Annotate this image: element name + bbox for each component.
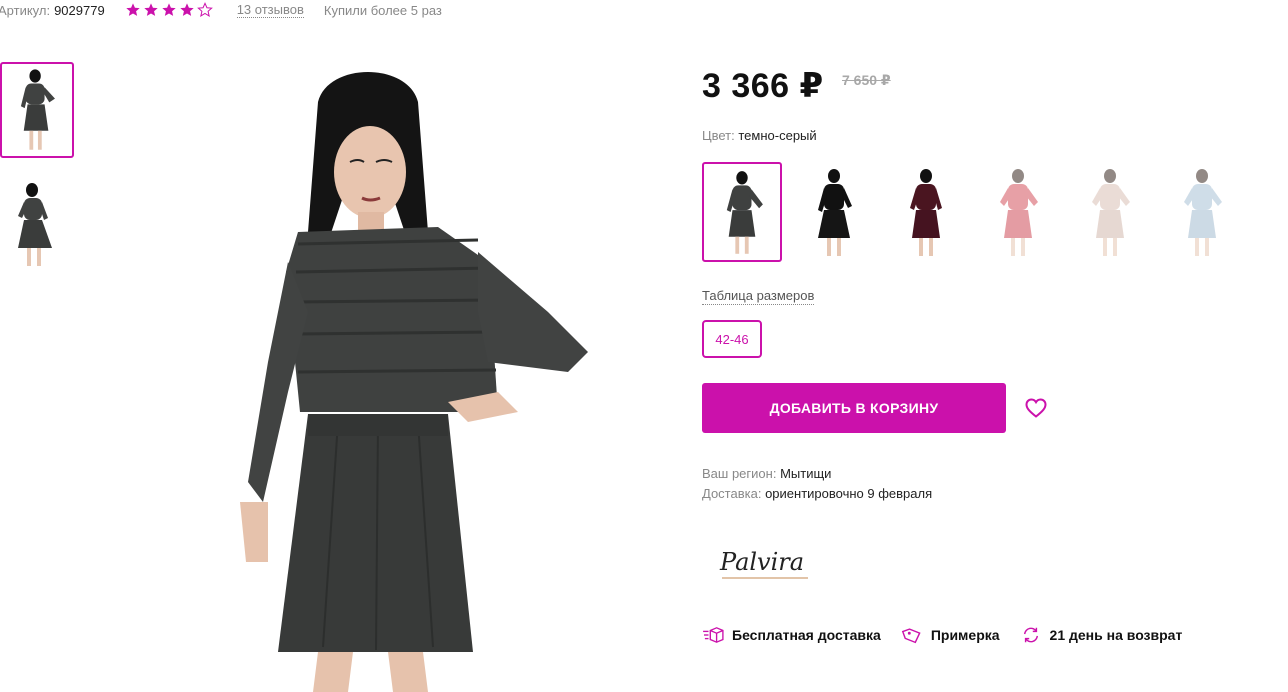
swatch-light-blue[interactable] <box>1162 162 1242 262</box>
feature-fitting: Примерка <box>901 626 1000 644</box>
size-option-42-46[interactable]: 42-46 <box>702 320 762 358</box>
size-table-link[interactable]: Таблица размеров <box>702 288 815 305</box>
main-product-photo[interactable] <box>118 62 630 692</box>
swatch-red-icon <box>1000 169 1038 256</box>
current-price: 3 366 ₽ <box>702 67 824 105</box>
brand-logo[interactable]: Palvira <box>716 530 812 590</box>
delivery-value: ориентировочно 9 февраля <box>765 486 933 501</box>
thumbnail-2[interactable] <box>0 176 74 272</box>
article-label: Артикул: <box>0 2 51 18</box>
color-swatches <box>702 162 1242 262</box>
feature-return: 21 день на возврат <box>1020 626 1183 644</box>
swatch-burgundy[interactable] <box>886 162 966 262</box>
svg-text:Palvira: Palvira <box>719 548 804 576</box>
feature-label: Бесплатная доставка <box>732 627 881 643</box>
region-value[interactable]: Мытищи <box>780 466 831 481</box>
star-filled-icon <box>162 3 176 16</box>
refresh-icon <box>1023 627 1038 643</box>
swatch-light-blue-icon <box>1184 169 1222 256</box>
tag-icon <box>901 628 921 644</box>
article-value: 9029779 <box>54 2 105 18</box>
swatch-red[interactable] <box>978 162 1058 262</box>
rating-stars <box>125 2 213 18</box>
star-filled-icon <box>126 3 140 16</box>
feature-label: Примерка <box>930 627 1000 643</box>
delivery-info: Ваш регион: Мытищи Доставка: ориентирово… <box>702 464 932 504</box>
delivery-label: Доставка: <box>702 486 762 501</box>
region-label: Ваш регион: <box>702 466 777 481</box>
star-empty-icon <box>196 2 213 17</box>
color-info: Цвет: темно-серый <box>702 128 817 143</box>
swatch-dark-grey[interactable] <box>702 162 782 262</box>
swatch-dark-grey-icon <box>726 171 763 254</box>
feature-label: 21 день на возврат <box>1049 627 1183 643</box>
swatch-burgundy-icon <box>910 169 942 256</box>
swatch-beige[interactable] <box>1070 162 1150 262</box>
model-photo-icon <box>118 62 630 692</box>
model-photo-thumb-icon <box>18 183 52 266</box>
old-price: 7 650 ₽ <box>842 72 891 88</box>
feature-list: Бесплатная доставка Примерка 21 день на … <box>702 626 1220 644</box>
model-photo-thumb-icon <box>20 69 55 150</box>
color-value: темно-серый <box>738 128 817 143</box>
delivery-box-icon <box>703 627 724 643</box>
bought-count: Купили более 5 раз <box>323 2 442 18</box>
star-filled-icon <box>180 3 194 16</box>
reviews-link[interactable]: 13 отзывов <box>236 2 304 18</box>
color-label: Цвет: <box>702 128 735 143</box>
heart-icon[interactable] <box>1024 396 1048 420</box>
swatch-black-icon <box>818 169 852 256</box>
star-filled-icon <box>144 3 158 16</box>
product-meta-bar: Артикул: 9029779 13 отзывов Купили более… <box>0 0 442 20</box>
add-to-cart-button[interactable]: ДОБАВИТЬ В КОРЗИНУ <box>702 383 1006 433</box>
feature-free-delivery: Бесплатная доставка <box>702 626 881 644</box>
product-info-panel: 3 366 ₽ 7 650 ₽ Цвет: темно-серый Таблиц… <box>702 0 1272 692</box>
thumbnail-1[interactable] <box>0 62 74 158</box>
swatch-black[interactable] <box>794 162 874 262</box>
swatch-beige-icon <box>1092 169 1130 256</box>
